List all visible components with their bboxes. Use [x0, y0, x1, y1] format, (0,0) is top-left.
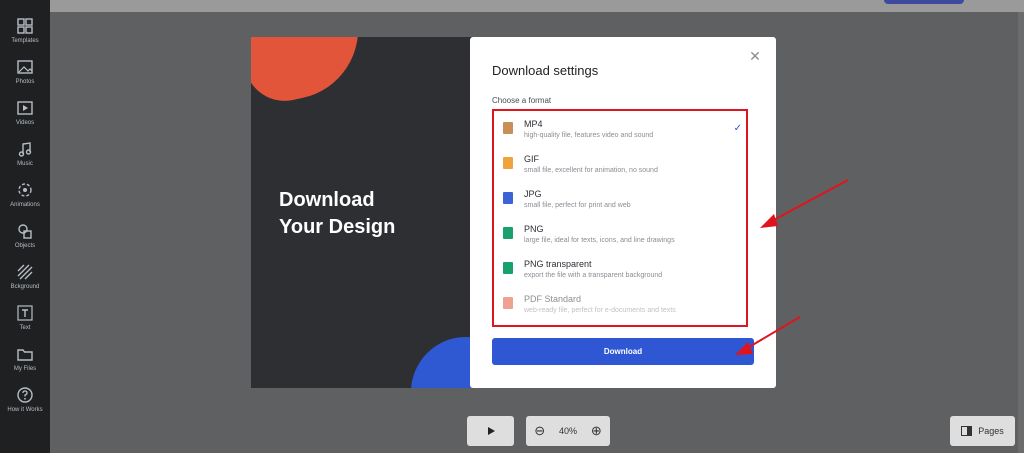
format-description: export the file with a transparent backg… — [524, 272, 663, 279]
sidebar-item-how-it-works[interactable]: How it Works — [0, 379, 50, 420]
format-name: MP4 — [524, 119, 543, 129]
sidebar-item-label: Videos — [15, 119, 35, 126]
sidebar-item-label: Templates — [11, 37, 39, 44]
format-section-label: Choose a format — [492, 96, 552, 105]
format-list: MP4 high-quality file, features video an… — [492, 109, 748, 327]
preview-title: Download Your Design — [279, 187, 459, 241]
format-description: web-ready file, perfect for e-documents … — [524, 307, 676, 314]
format-name: PNG transparent — [524, 259, 592, 269]
videos-icon — [17, 100, 33, 115]
pages-button[interactable]: Pages — [950, 416, 1015, 446]
photos-icon — [17, 59, 33, 74]
top-action-button[interactable] — [884, 0, 964, 4]
format-option-jpg[interactable]: JPG small file, perfect for print and we… — [500, 185, 740, 217]
download-settings-modal: ✕ Download settings Choose a format MP4 … — [470, 37, 776, 388]
background-icon — [17, 264, 33, 279]
play-icon — [487, 427, 495, 435]
format-option-mp4[interactable]: MP4 high-quality file, features video an… — [500, 115, 742, 147]
zoom-out-icon[interactable]: ⊖ — [532, 423, 548, 439]
format-name: JPG — [524, 189, 542, 199]
preview-title-line: Download — [279, 189, 375, 211]
sidebar-item-templates[interactable]: Templates — [0, 10, 50, 51]
sidebar-item-music[interactable]: Music — [0, 133, 50, 174]
left-sidebar: Templates Photos Videos Music Animations… — [0, 0, 50, 453]
format-option-png-transparent[interactable]: PNG transparent export the file with a t… — [500, 255, 740, 287]
format-option-png[interactable]: PNG large file, ideal for texts, icons, … — [500, 220, 740, 252]
sidebar-item-my-files[interactable]: My Files — [0, 338, 50, 379]
objects-icon — [18, 223, 32, 239]
png-file-icon — [503, 227, 513, 239]
format-description: high-quality file, features video and so… — [524, 132, 654, 139]
sidebar-item-label: Objects — [14, 242, 36, 249]
checkmark-icon: ✓ — [733, 123, 742, 134]
help-icon — [17, 386, 33, 403]
modal-title: Download settings — [492, 63, 599, 78]
sidebar-item-label: How it Works — [7, 406, 43, 413]
animations-icon — [18, 182, 32, 197]
text-icon — [17, 304, 33, 321]
decorative-shape — [251, 37, 372, 109]
pdf-file-icon — [503, 297, 513, 309]
top-bar — [50, 0, 1024, 12]
jpg-file-icon — [503, 192, 513, 204]
zoom-in-icon[interactable]: ⊕ — [588, 423, 604, 439]
templates-icon — [17, 17, 33, 34]
sidebar-item-background[interactable]: Bckground — [0, 256, 50, 297]
zoom-control: ⊖ 40% ⊕ — [526, 416, 610, 446]
format-name: PDF Standard — [524, 294, 582, 304]
pages-icon — [961, 426, 973, 436]
format-name: PNG — [524, 224, 544, 234]
sidebar-item-objects[interactable]: Objects — [0, 215, 50, 256]
format-option-pdf-standard[interactable]: PDF Standard web-ready file, perfect for… — [500, 290, 740, 322]
folder-icon — [17, 348, 33, 361]
sidebar-item-videos[interactable]: Videos — [0, 92, 50, 133]
pages-label: Pages — [978, 426, 1004, 436]
sidebar-item-label: Text — [19, 324, 31, 331]
sidebar-item-text[interactable]: Text — [0, 297, 50, 338]
sidebar-item-label: Music — [17, 160, 33, 167]
music-icon — [18, 141, 32, 157]
sidebar-item-label: Photos — [15, 78, 35, 85]
sidebar-item-photos[interactable]: Photos — [0, 51, 50, 92]
close-icon[interactable]: ✕ — [748, 49, 762, 63]
format-description: large file, ideal for texts, icons, and … — [524, 237, 675, 244]
sidebar-item-label: Bckground — [10, 283, 40, 290]
preview-title-line: Your Design — [279, 216, 396, 238]
play-button[interactable] — [467, 416, 514, 446]
design-preview: Download Your Design — [251, 37, 481, 388]
format-name: GIF — [524, 154, 539, 164]
sidebar-item-animations[interactable]: Animations — [0, 174, 50, 215]
zoom-value: 40% — [558, 426, 577, 436]
format-option-gif[interactable]: GIF small file, excellent for animation,… — [500, 150, 740, 182]
scrollbar[interactable] — [1018, 12, 1024, 453]
format-description: small file, excellent for animation, no … — [524, 167, 658, 174]
mp4-file-icon — [503, 122, 513, 134]
gif-file-icon — [503, 157, 513, 169]
sidebar-item-label: My Files — [13, 365, 37, 372]
png-transparent-file-icon — [503, 262, 513, 274]
download-button[interactable]: Download — [492, 338, 754, 365]
sidebar-item-label: Animations — [10, 201, 40, 208]
format-description: small file, perfect for print and web — [524, 202, 631, 209]
